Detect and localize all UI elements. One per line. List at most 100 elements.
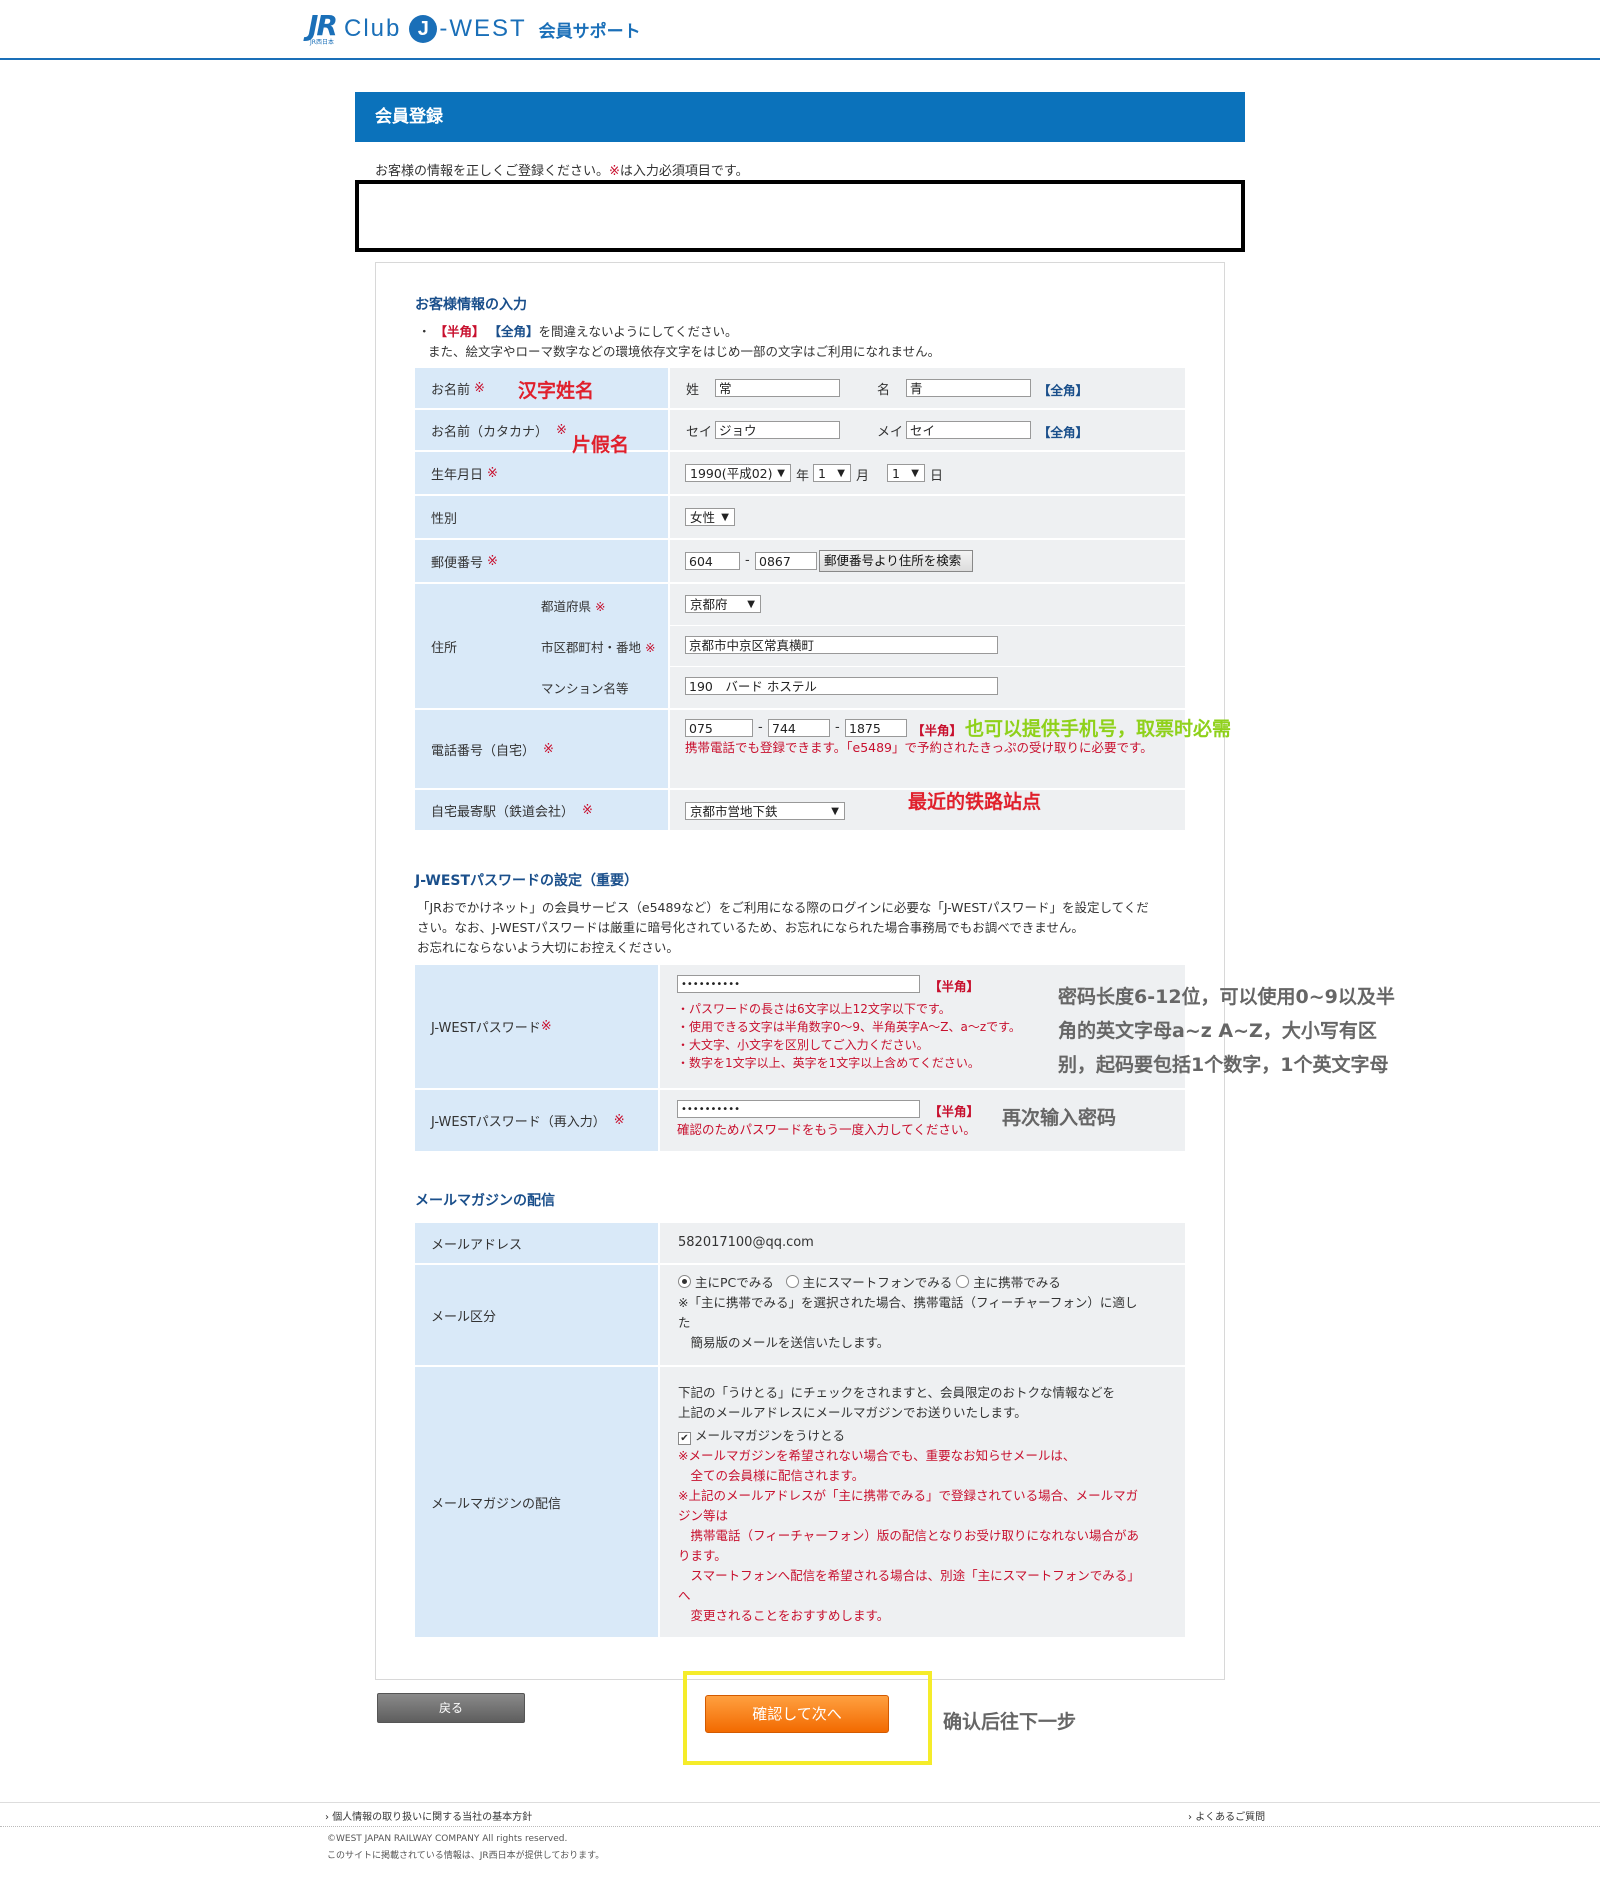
kana-sei-input[interactable]: ジョウ [715,421,840,439]
phone-label-text: 電話番号（自宅） [431,743,536,759]
phone-middle-input[interactable]: 744 [768,719,830,737]
annotation-kanji-name: 汉字姓名 [518,380,595,402]
sei-label: 姓 [686,383,700,398]
chevron-down-icon: ▼ [721,512,729,523]
required-mark: ※ [582,802,593,818]
password-confirm-input[interactable]: •••••••••• [677,1100,920,1118]
postal-second-input[interactable]: 0867 [755,552,817,570]
logo-west-text: -WEST [439,15,527,42]
annotation-line: 别，起码要包括1个数字，1个英文字母 [1058,1054,1389,1076]
pref-label-text: 都道府県 [541,599,592,614]
birth-year-value: 1990(平成02) [690,466,773,481]
birth-year-select[interactable]: 1990(平成02) ▼ [685,464,791,482]
kana-mei-input[interactable]: セイ [906,421,1031,439]
mail-type-note: ※「主に携帯でみる」を選択された場合、携帯電話（フィーチャーフォン）に適し た … [678,1293,1178,1353]
birth-row: 生年月日 ※ 1990(平成02) ▼ 年 1 ▼ 月 1 ▼ 日 [415,452,1185,494]
mail-magazine-note-line: ※上記のメールアドレスが「主に携帯でみる」で登録されている場合、メールマガ [678,1488,1139,1503]
redacted-box [355,180,1245,252]
city-input[interactable]: 京都市中京区常真横町 [685,636,998,654]
intro-before: お客様の情報を正しくご登録ください。 [375,164,610,179]
name-label-text: お名前 [431,382,471,398]
mail-magazine-text: 下記の「うけとる」にチェックをされますと、会員限定のおトクな情報などを 上記のメ… [678,1383,1115,1423]
phone-dash: - [758,720,763,735]
option-mobile-label: 主に携帯でみる [973,1275,1061,1290]
station-select[interactable]: 京都市営地下鉄 ▼ [685,802,845,820]
mei-label: 名 [877,383,891,398]
radio-pc[interactable] [678,1275,691,1288]
jr-logo-sub: JR西日本 [310,39,334,46]
sub-row-separator [670,625,1185,626]
annotation-line: 角的英文字母a~z A~Z，大小写有区 [1058,1020,1377,1042]
mail-magazine-text-line: 下記の「うけとる」にチェックをされますと、会員限定のおトクな情報などを [678,1385,1116,1400]
birth-label-text: 生年月日 [431,467,484,483]
gender-select[interactable]: 女性 ▼ [685,508,735,526]
station-row: 自宅最寄駅（鉄道会社） ※ 京都市営地下鉄 ▼ [415,790,1185,830]
required-mark: ※ [645,640,656,655]
password-rules: ・パスワードの長さは6文字以上12文字以下です。 ・使用できる文字は半角数字0～… [677,1000,1021,1072]
customer-section-title: お客様情報の入力 [415,297,527,313]
postal-label: 郵便番号 ※ [415,540,668,582]
password-input[interactable]: •••••••••• [677,975,920,993]
mail-magazine-note-line: ジン等は [678,1508,729,1523]
birth-label: 生年月日 ※ [415,452,668,494]
hankaku-tag: 【半角】 [929,979,980,994]
birth-day-select[interactable]: 1 ▼ [887,464,925,482]
kana-row: お名前（カタカナ） ※ セイ ジョウ メイ セイ 【全角】 [415,410,1185,450]
prefecture-select[interactable]: 京都府 ▼ [685,595,761,613]
mail-type-label: メール区分 [415,1265,658,1365]
mail-magazine-checkbox-row[interactable]: ✔ メールマガジンをうけとる [678,1426,845,1446]
chevron-down-icon: ▼ [777,468,785,479]
phone-label: 電話番号（自宅） ※ [415,710,668,788]
year-unit: 年 [796,469,810,484]
postal-search-button[interactable]: 郵便番号より住所を検索 [819,550,973,572]
hankaku-tag: 【半角】 [912,723,963,738]
password-rule: ・使用できる文字は半角数字0～9、半角英字A～Z、a～zです。 [677,1020,1021,1034]
radio-mobile[interactable] [956,1275,970,1288]
annotation-katakana: 片假名 [572,434,630,456]
radio-smartphone[interactable] [785,1275,799,1288]
annotation-next-step: 确认后往下一步 [943,1711,1077,1733]
password-rule: ・大文字、小文字を区別してご入力ください。 [677,1038,929,1052]
required-mark: ※ [540,1019,552,1034]
sei-input[interactable]: 常 [715,379,840,397]
mail-magazine-note-line: へ [678,1588,691,1603]
mail-address-label: メールアドレス [415,1223,658,1263]
footer-divider [0,1826,1600,1827]
gender-row: 性別 女性 ▼ [415,496,1185,538]
postal-first-input[interactable]: 604 [685,552,740,570]
annotation-password-rules: 密码长度6-12位，可以使用0~9以及半 角的英文字母a~z A~Z，大小写有区… [1058,980,1395,1082]
birth-day-value: 1 [892,466,900,481]
required-mark: ※ [556,422,567,438]
faq-link[interactable]: › よくあるご質問 [1188,1808,1265,1823]
footer-links-bar [0,1802,1600,1825]
note-line1: を間違えないようにしてください。 [538,324,738,339]
city-label-text: 市区郡町村・番地 [541,640,642,655]
chevron-down-icon: ▼ [747,599,755,610]
checkbox-checked-icon[interactable]: ✔ [678,1432,691,1445]
mei-input[interactable]: 青 [906,379,1031,397]
phone-area-input[interactable]: 075 [685,719,753,737]
page-title: 会員登録 [355,92,1245,142]
required-mark: ※ [595,599,606,614]
birth-month-select[interactable]: 1 ▼ [813,464,851,482]
mail-table: メールアドレス 582017100@qq.com メール区分 主にPCでみる 主… [415,1223,1185,1637]
postal-label-text: 郵便番号 [431,555,484,571]
password-desc-line3: お忘れにならないよう大切にお控えください。 [417,940,679,955]
postal-dash: - [745,553,750,568]
phone-last-input[interactable]: 1875 [845,719,907,737]
prefecture-value: 京都府 [690,597,728,612]
back-button[interactable]: 戻る [377,1693,525,1723]
club-jwest-logo[interactable]: JR JR西日本 Club J -WEST 会員サポート [308,12,641,46]
mail-address-row: メールアドレス 582017100@qq.com [415,1223,1185,1263]
confirm-next-button[interactable]: 確認して次へ [705,1695,889,1733]
kana-mei-label: メイ [877,425,904,440]
mail-type-note-line: 簡易版のメールを送信いたします。 [678,1335,890,1350]
privacy-policy-link[interactable]: › 個人情報の取り扱いに関する当社の基本方針 [325,1808,532,1823]
password-confirm-label-text: J-WESTパスワード（再入力） [431,1115,606,1130]
chevron-right-icon: › [1188,1812,1192,1823]
gender-value-cell [670,496,1185,538]
mail-magazine-label: メールマガジンの配信 [415,1367,658,1637]
required-mark: ※ [487,465,498,481]
building-input[interactable]: 190 バード ホステル [685,677,998,695]
logo-club-text: Club [343,15,402,42]
